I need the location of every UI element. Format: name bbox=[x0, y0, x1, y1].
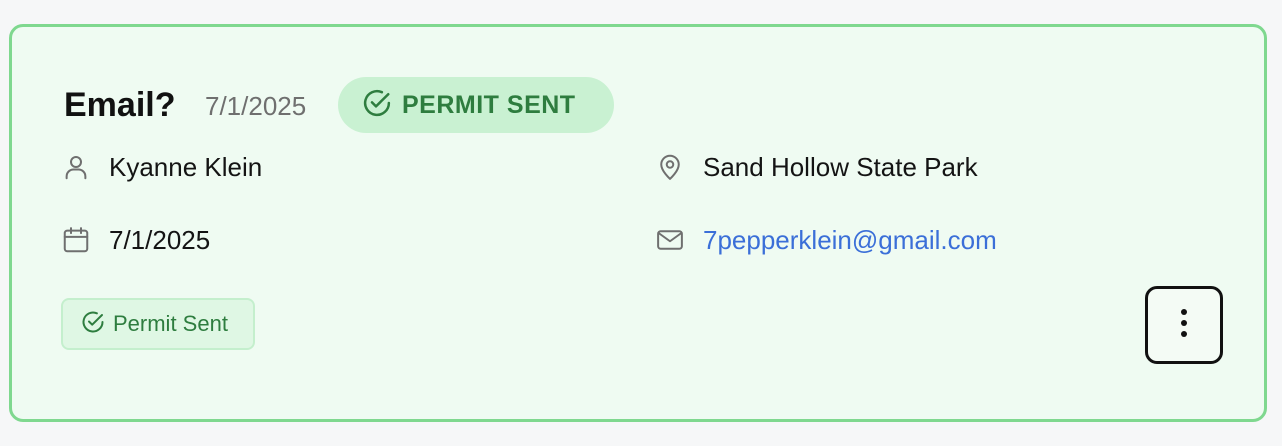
email-field: 7pepperklein@gmail.com bbox=[655, 225, 997, 255]
event-date: 7/1/2025 bbox=[109, 225, 211, 255]
calendar-icon bbox=[61, 225, 91, 255]
event-date-field: 7/1/2025 bbox=[61, 225, 210, 255]
map-pin-icon bbox=[655, 152, 685, 182]
check-circle-icon bbox=[362, 88, 392, 123]
status-pill-label: PERMIT SENT bbox=[402, 90, 576, 119]
mail-icon bbox=[655, 225, 685, 255]
contact-name-field: Kyanne Klein bbox=[61, 152, 262, 182]
card-title: Email? bbox=[64, 86, 176, 124]
more-vertical-icon bbox=[1180, 308, 1188, 343]
email-link[interactable]: 7pepperklein@gmail.com bbox=[703, 225, 997, 255]
permit-status-badge-label: Permit Sent bbox=[113, 311, 228, 336]
contact-name: Kyanne Klein bbox=[109, 152, 263, 182]
user-icon bbox=[61, 152, 91, 182]
more-options-button[interactable] bbox=[1145, 286, 1223, 364]
check-circle-icon bbox=[81, 310, 105, 339]
status-pill: PERMIT SENT bbox=[338, 77, 614, 133]
card-title-date: 7/1/2025 bbox=[205, 91, 307, 121]
permit-status-badge: Permit Sent bbox=[61, 298, 255, 350]
location-field: Sand Hollow State Park bbox=[655, 152, 978, 182]
location-name: Sand Hollow State Park bbox=[703, 152, 978, 182]
permit-card: Email? 7/1/2025 PERMIT SENT Kyanne Klein… bbox=[9, 24, 1267, 422]
